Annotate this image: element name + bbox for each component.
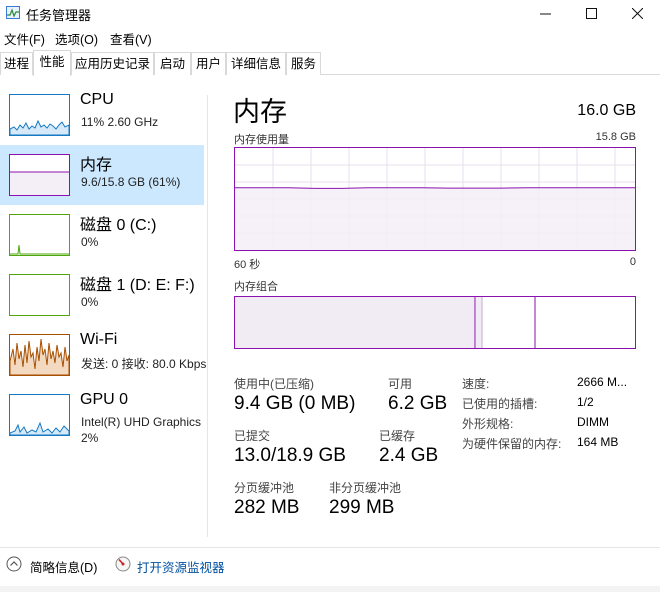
resource-item-wifi[interactable]: Wi-Fi 发送: 0 接收: 80.0 Kbps: [0, 325, 207, 385]
resource-subtitle: 11% 2.60 GHz: [81, 115, 159, 129]
cached-label: 已缓存: [379, 429, 416, 443]
speed-value: 2666 M...: [577, 375, 628, 389]
resource-subtitle: 0%: [81, 295, 99, 309]
menu-options[interactable]: 选项(O): [55, 29, 98, 48]
resource-subtitle: Intel(R) UHD Graphics: [81, 415, 202, 429]
tab-bar: 进程 性能 应用历史记录 启动 用户 详细信息 服务: [0, 50, 660, 76]
hardware-reserved-value: 164 MB: [577, 435, 619, 449]
resource-name: GPU 0: [80, 391, 129, 408]
minimize-icon: [539, 13, 551, 14]
resource-name: CPU: [80, 91, 114, 108]
paged-pool-value: 282 MB: [234, 497, 300, 518]
resource-list: CPU 11% 2.60 GHz 内存 9.6/15.8 GB (61%) 磁盘…: [0, 85, 206, 540]
footer-bar: 简略信息(D) 打开资源监视器: [0, 550, 660, 578]
title-bar[interactable]: 任务管理器: [0, 0, 660, 26]
resource-name: 内存: [80, 157, 113, 174]
committed-value: 13.0/18.9 GB: [234, 445, 346, 466]
fewer-details-link[interactable]: 简略信息(D): [30, 557, 97, 576]
window-title: 任务管理器: [26, 8, 92, 23]
resource-item-gpu[interactable]: GPU 0 Intel(R) UHD Graphics 2%: [0, 385, 204, 445]
resource-item-memory[interactable]: 内存 9.6/15.8 GB (61%): [0, 145, 204, 205]
nonpaged-pool-label: 非分页缓冲池: [329, 481, 402, 495]
disk1-thumbnail-graph: [9, 274, 70, 316]
footer-divider: [0, 547, 660, 548]
page-title: 内存: [233, 97, 287, 127]
tab-processes[interactable]: 进程: [0, 52, 33, 75]
cached-value: 2.4 GB: [379, 445, 439, 466]
task-manager-app-icon: [6, 6, 20, 19]
resource-subtitle: 9.6/15.8 GB (61%): [81, 175, 181, 189]
gpu-thumbnail-graph: [9, 394, 70, 436]
open-resource-monitor-link[interactable]: 打开资源监视器: [137, 557, 225, 576]
wifi-thumbnail-graph: [9, 334, 70, 376]
resource-subtitle: 0%: [81, 235, 99, 249]
close-button[interactable]: [614, 0, 660, 26]
resource-name: 磁盘 0 (C:): [80, 217, 157, 234]
chevron-up-icon[interactable]: [6, 556, 22, 572]
tab-services[interactable]: 服务: [286, 52, 321, 75]
menu-file[interactable]: 文件(F): [4, 29, 45, 48]
tab-startup[interactable]: 启动: [154, 52, 191, 75]
minimize-button[interactable]: [522, 0, 568, 26]
memory-thumbnail-graph: [9, 154, 70, 196]
resource-monitor-icon[interactable]: [115, 556, 131, 572]
form-factor-value: DIMM: [577, 415, 609, 429]
available-value: 6.2 GB: [388, 393, 448, 414]
maximize-icon: [585, 7, 597, 19]
usage-graph-max: 15.8 GB: [595, 131, 636, 143]
menu-view[interactable]: 查看(V): [110, 29, 152, 48]
composition-in-use: [235, 297, 475, 348]
resource-item-disk-0[interactable]: 磁盘 0 (C:) 0%: [0, 205, 204, 265]
tab-app-history[interactable]: 应用历史记录: [71, 52, 154, 75]
disk0-thumbnail-graph: [9, 214, 70, 256]
memory-usage-graph: [234, 147, 636, 251]
form-factor-label: 外形规格:: [462, 417, 514, 431]
panel-divider: [207, 95, 208, 537]
memory-total: 16.0 GB: [577, 102, 636, 119]
hardware-reserved-label: 为硬件保留的内存:: [462, 437, 562, 451]
tab-details[interactable]: 详细信息: [226, 52, 286, 75]
time-axis-left: 60 秒: [234, 259, 261, 271]
resource-item-disk-1[interactable]: 磁盘 1 (D: E: F:) 0%: [0, 265, 204, 325]
tab-performance[interactable]: 性能: [33, 50, 71, 76]
available-label: 可用: [388, 377, 413, 391]
resource-name: 磁盘 1 (D: E: F:): [80, 277, 195, 294]
in-use-value: 9.4 GB (0 MB): [234, 393, 356, 414]
resource-subtitle-2: 2%: [81, 431, 99, 445]
composition-modified: [476, 297, 482, 348]
composition-label: 内存组合: [234, 281, 278, 293]
in-use-label: 使用中(已压缩): [234, 377, 314, 391]
maximize-button[interactable]: [568, 0, 614, 26]
cpu-thumbnail-graph: [9, 94, 70, 136]
nonpaged-pool-value: 299 MB: [329, 497, 395, 518]
slots-used-label: 已使用的插槽:: [462, 397, 538, 411]
window-bottom-edge: [0, 586, 660, 592]
menu-bar: 文件(F) 选项(O) 查看(V): [0, 27, 660, 47]
committed-label: 已提交: [234, 429, 271, 443]
close-icon: [631, 7, 643, 19]
speed-label: 速度:: [462, 377, 490, 391]
task-manager-window: 任务管理器 文件(F) 选项(O) 查看(V) 进程 性能 应用历史记录 启动 …: [0, 0, 660, 592]
resource-item-cpu[interactable]: CPU 11% 2.60 GHz: [0, 85, 204, 145]
slots-used-value: 1/2: [577, 395, 594, 409]
paged-pool-label: 分页缓冲池: [234, 481, 295, 495]
memory-composition-bar: [234, 296, 636, 349]
time-axis-right: 0: [629, 256, 636, 268]
tab-users[interactable]: 用户: [191, 52, 226, 75]
resource-name: Wi-Fi: [80, 331, 118, 348]
usage-area: [235, 187, 635, 250]
resource-subtitle: 发送: 0 接收: 80.0 Kbps: [81, 357, 207, 371]
usage-graph-label: 内存使用量: [234, 134, 289, 146]
